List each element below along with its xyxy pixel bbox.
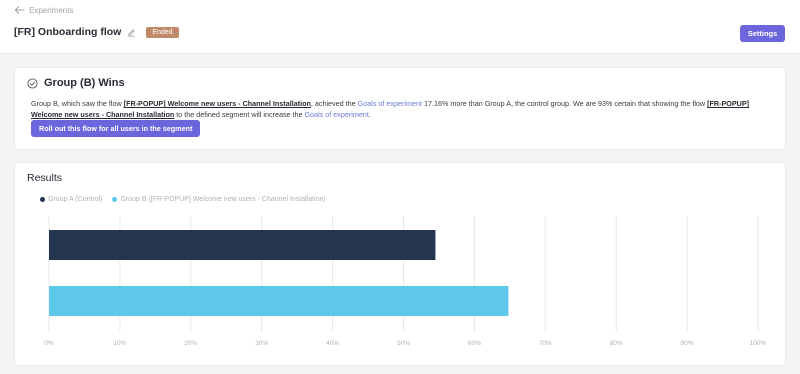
x-tick-label: 100%: [750, 340, 767, 347]
x-tick-label: 10%: [113, 340, 126, 347]
winner-card: Group (B) Wins Group B, which saw the fl…: [15, 68, 785, 149]
results-card: Results Group A (Control) Group B ([FR-PO…: [15, 163, 785, 365]
results-chart: 0% 10% 20% 30% 40% 50% 60% 70% 80% 90% 100%: [44, 216, 767, 347]
check-circle-icon: [27, 77, 38, 89]
pencil-icon[interactable]: [127, 28, 136, 37]
top-bar: Experiments [FR] Onboarding flow Ended S…: [0, 0, 800, 54]
settings-button[interactable]: Settings: [740, 25, 785, 42]
winner-title: Group (B) Wins: [44, 77, 125, 89]
x-tick-label: 70%: [539, 340, 552, 347]
bar-group-b[interactable]: [49, 286, 509, 316]
x-tick-label: 30%: [255, 340, 268, 347]
desc-text: , achieved the: [310, 99, 358, 108]
flow-name: [FR-POPUP] Welcome new users - Channel I…: [123, 99, 311, 108]
winner-description: Group B, which saw the flow [FR-POPUP] W…: [31, 98, 771, 120]
winner-header: Group (B) Wins: [27, 77, 125, 89]
x-tick-label: 0%: [44, 340, 54, 347]
desc-text: to the defined segment will increase the: [174, 110, 305, 119]
desc-text: 17.16% more than Group A, the control gr…: [421, 99, 708, 108]
x-tick-label: 50%: [397, 340, 410, 347]
bar-group-a[interactable]: [49, 230, 436, 260]
status-badge: Ended: [146, 26, 179, 38]
desc-text: Group B, which saw the flow: [31, 99, 124, 108]
arrow-left-icon: [14, 6, 25, 14]
back-link-label[interactable]: Experiments: [29, 6, 73, 15]
x-tick-label: 20%: [184, 340, 197, 347]
back-link[interactable]: Experiments: [14, 5, 73, 15]
desc-text: .: [368, 110, 371, 119]
x-tick-label: 90%: [681, 340, 694, 347]
page-title: [FR] Onboarding flow: [14, 26, 122, 38]
x-tick-label: 40%: [326, 340, 339, 347]
rollout-button[interactable]: Roll out this flow for all users in the …: [31, 120, 201, 137]
x-tick-label: 80%: [610, 340, 623, 347]
goals-link[interactable]: Goals of experiment: [358, 99, 422, 108]
title-row: [FR] Onboarding flow Ended: [14, 26, 179, 38]
x-tick-label: 60%: [468, 340, 481, 347]
goals-link[interactable]: Goals of experiment: [305, 110, 369, 119]
